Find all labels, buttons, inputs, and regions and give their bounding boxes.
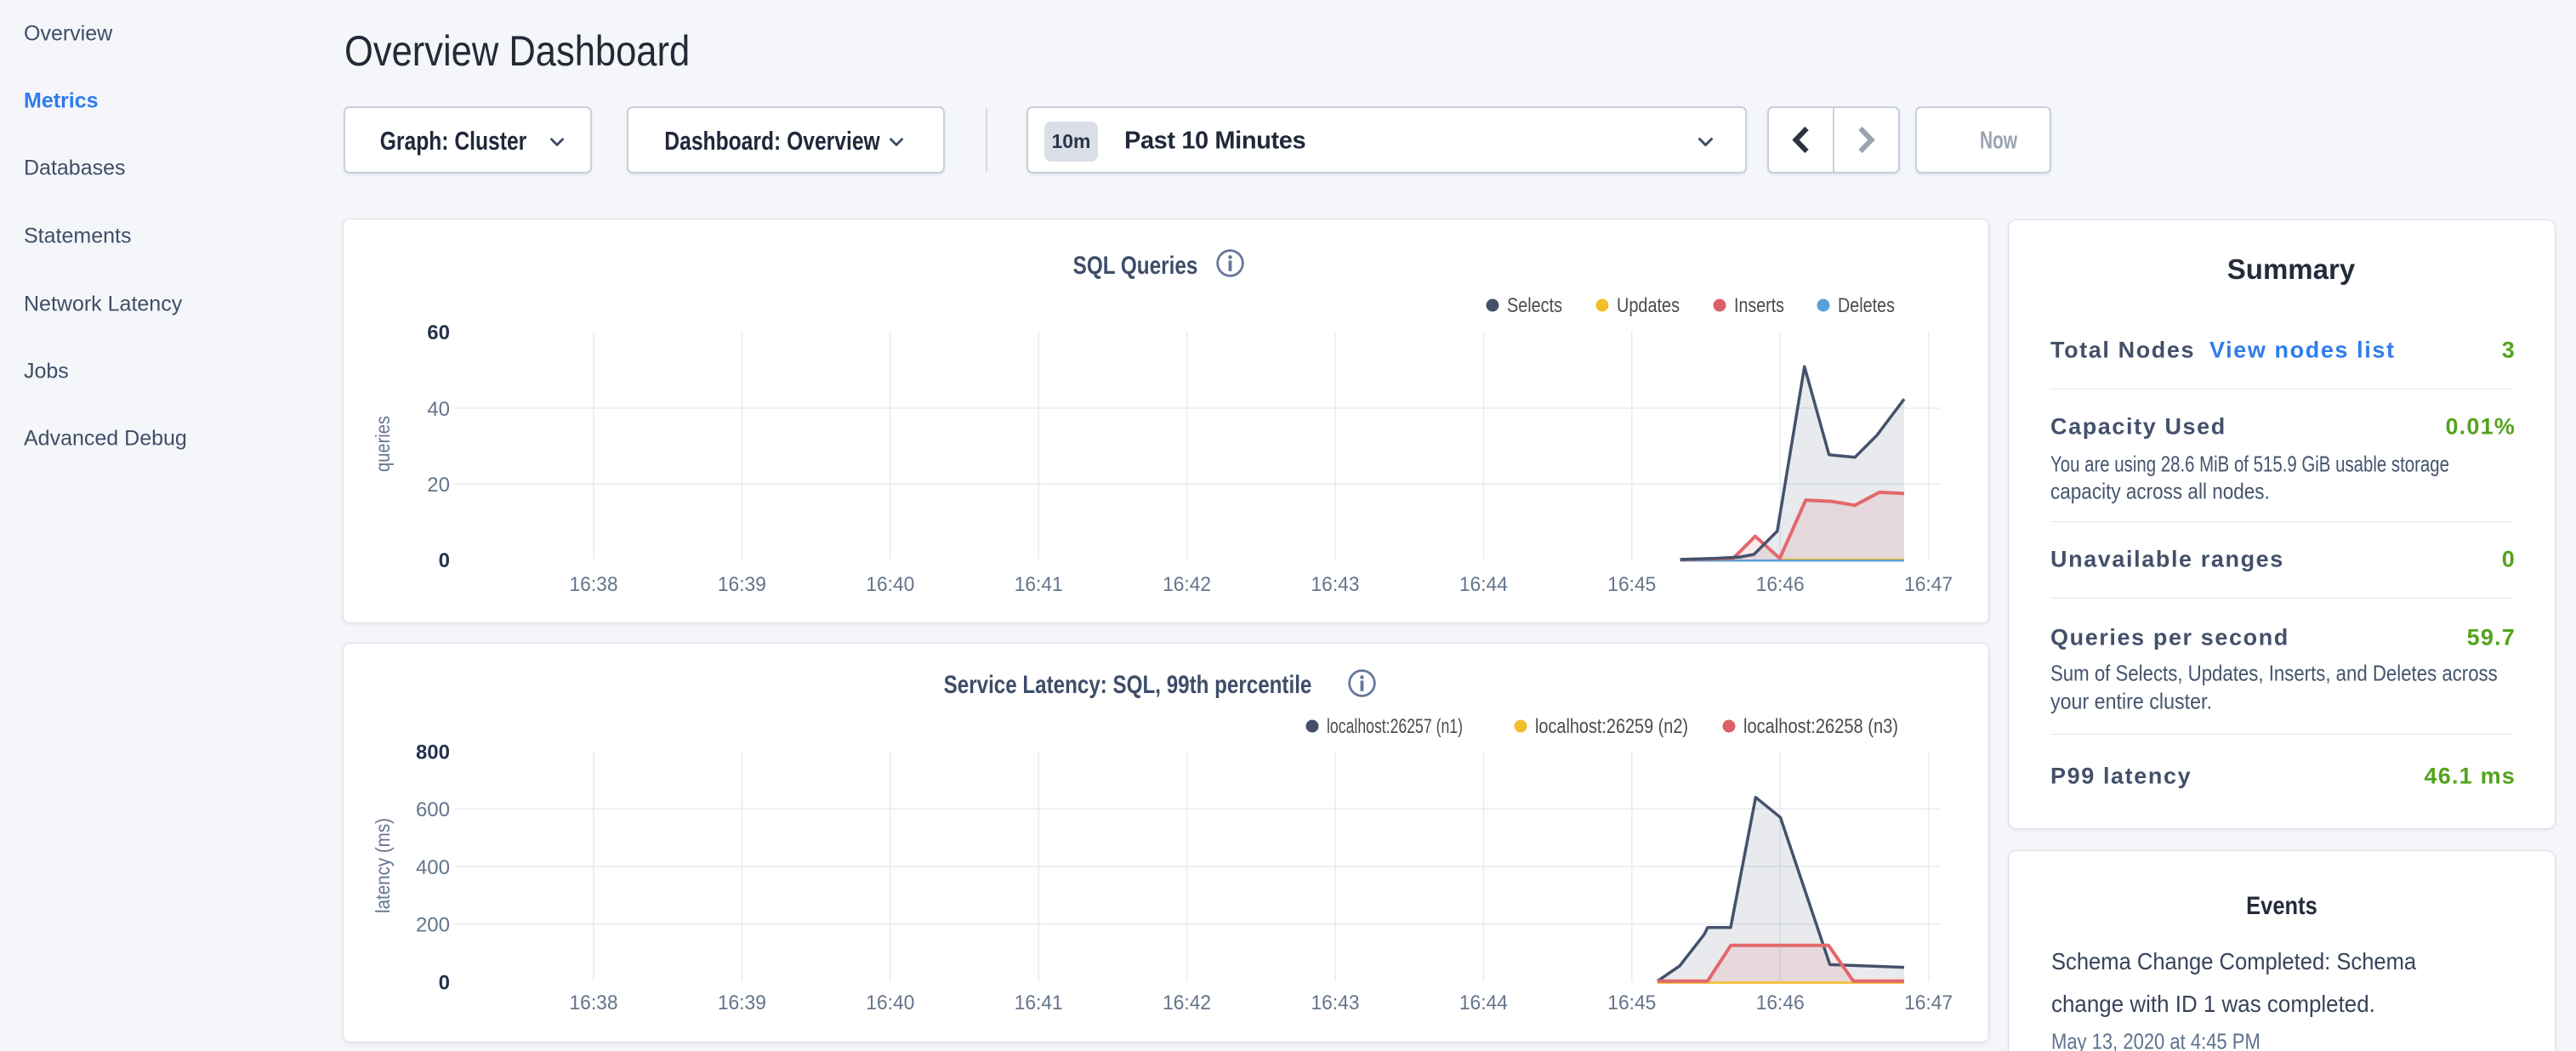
svg-text:600: 600 (416, 798, 450, 821)
svg-text:16:39: 16:39 (718, 991, 766, 1014)
svg-text:200: 200 (416, 914, 450, 937)
svg-text:Selects: Selects (1507, 294, 1562, 317)
svg-text:latency (ms): latency (ms) (372, 818, 394, 913)
svg-text:40: 40 (427, 398, 450, 421)
svg-text:queries: queries (372, 416, 394, 472)
svg-text:16:43: 16:43 (1311, 991, 1360, 1014)
svg-text:0: 0 (439, 972, 450, 995)
svg-text:16:45: 16:45 (1607, 991, 1656, 1014)
svg-text:16:45: 16:45 (1607, 573, 1656, 596)
svg-text:20: 20 (427, 474, 450, 497)
svg-text:16:47: 16:47 (1904, 991, 1953, 1014)
svg-text:16:44: 16:44 (1459, 573, 1508, 596)
svg-text:16:41: 16:41 (1015, 573, 1063, 596)
svg-text:800: 800 (416, 741, 450, 764)
svg-text:16:38: 16:38 (570, 573, 618, 596)
svg-text:16:47: 16:47 (1904, 573, 1953, 596)
svg-text:16:41: 16:41 (1015, 991, 1063, 1014)
svg-text:16:44: 16:44 (1459, 991, 1508, 1014)
svg-text:16:40: 16:40 (866, 573, 914, 596)
svg-text:localhost:26257 (n1): localhost:26257 (n1) (1327, 715, 1463, 738)
svg-text:400: 400 (416, 856, 450, 879)
svg-text:16:42: 16:42 (1163, 573, 1211, 596)
svg-text:Updates: Updates (1617, 294, 1680, 317)
svg-text:16:42: 16:42 (1163, 991, 1211, 1014)
svg-text:Deletes: Deletes (1838, 294, 1895, 317)
svg-text:16:39: 16:39 (718, 573, 766, 596)
svg-text:16:40: 16:40 (866, 991, 914, 1014)
svg-text:localhost:26258 (n3): localhost:26258 (n3) (1743, 715, 1898, 738)
svg-text:0: 0 (439, 549, 450, 572)
svg-text:localhost:26259 (n2): localhost:26259 (n2) (1535, 715, 1688, 738)
svg-text:16:46: 16:46 (1756, 991, 1805, 1014)
svg-text:60: 60 (427, 321, 450, 344)
svg-text:Inserts: Inserts (1734, 294, 1784, 317)
svg-text:16:46: 16:46 (1756, 573, 1805, 596)
svg-text:16:38: 16:38 (570, 991, 618, 1014)
svg-text:16:43: 16:43 (1311, 573, 1360, 596)
